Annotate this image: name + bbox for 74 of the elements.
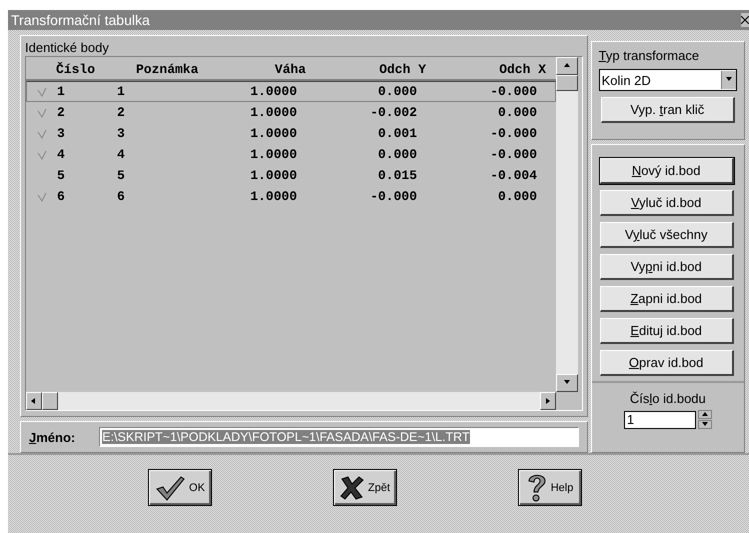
table-cell-text: 3 <box>117 126 126 141</box>
list-row[interactable]: 1 1 1.0000 0.000 -0.000 <box>26 81 556 102</box>
table-cell-text: 1.0000 <box>249 168 297 183</box>
scroll-thumb[interactable] <box>556 75 578 91</box>
table-cell-text: 0.000 <box>376 84 417 99</box>
vertical-scrollbar[interactable] <box>556 57 578 392</box>
point-number-label: Číslo id.bodu <box>630 391 706 406</box>
scroll-up-icon <box>563 62 571 70</box>
list-row[interactable]: 3 3 1.0000 0.001 -0.000 <box>26 123 556 144</box>
help-button[interactable]: Help <box>518 469 582 506</box>
column-header: Odch Y <box>378 62 426 76</box>
table-cell-text: 1.0000 <box>249 147 297 162</box>
ok-button[interactable]: OK <box>148 469 212 506</box>
group-title: Identické body <box>25 40 110 56</box>
table-cell-text: 4 <box>57 147 66 162</box>
horizontal-scrollbar[interactable] <box>26 392 556 410</box>
table-cell-text: 1.0000 <box>249 84 297 99</box>
table-cell-text: 0.001 <box>376 126 417 141</box>
scroll-right-icon <box>544 397 552 405</box>
question-mark-icon <box>526 472 547 502</box>
scroll-left-icon <box>30 397 38 405</box>
table-cell-text: 1 <box>117 84 126 99</box>
column-header: Odch X <box>498 62 546 76</box>
action-button[interactable]: Zapni id.bod <box>600 286 734 312</box>
table-cell-text: 1.0000 <box>249 105 297 120</box>
column-header: Váha <box>274 62 306 76</box>
spin-up-button[interactable] <box>698 410 712 420</box>
up-arrow-icon <box>700 410 709 419</box>
compute-key-button[interactable]: Vyp. tran klič <box>600 97 735 123</box>
table-cell-text: 0.000 <box>496 189 537 204</box>
list-row[interactable]: 5 5 1.0000 0.015 -0.004 <box>26 165 556 186</box>
table-cell-text: -0.000 <box>489 84 537 99</box>
table-cell-text: 1.0000 <box>249 126 297 141</box>
list-row[interactable]: 6 6 1.0000 -0.000 0.000 <box>26 186 556 207</box>
table-cell-text: 0.000 <box>376 147 417 162</box>
list-row[interactable]: 4 4 1.0000 0.000 -0.000 <box>26 144 556 165</box>
x-icon <box>340 476 364 500</box>
point-number-field[interactable]: 1 <box>624 410 696 429</box>
name-field[interactable]: E:\SKRIPT~1\PODKLADY\FOTOPL~1\FASADA\FAS-DE~1\L.TRT <box>99 427 579 448</box>
table-cell-text: 0.015 <box>376 168 417 183</box>
table-cell-text: 1 <box>57 84 66 99</box>
action-button[interactable]: Vyluč všechny <box>600 222 734 248</box>
transform-type-dropdown[interactable]: Kolin 2D <box>598 69 737 91</box>
table-cell-text: -0.000 <box>489 126 537 141</box>
cancel-button[interactable]: Zpět <box>333 469 397 506</box>
action-button[interactable]: Nový id.bod <box>600 158 734 184</box>
window-title: Transformační tabulka <box>11 12 150 28</box>
scroll-thumb[interactable] <box>42 392 58 410</box>
action-button[interactable]: Vyluč id.bod <box>600 190 734 216</box>
action-button[interactable]: Oprav id.bod <box>600 350 734 376</box>
table-cell-text: -0.000 <box>489 147 537 162</box>
table-cell-text: 6 <box>117 189 126 204</box>
table-cell-text: 2 <box>57 105 66 120</box>
table-cell-text: -0.000 <box>369 189 417 204</box>
list-row[interactable]: 2 2 1.0000 -0.002 0.000 <box>26 102 556 123</box>
column-header: Číslo <box>56 62 96 76</box>
spin-down-button[interactable] <box>698 420 712 430</box>
table-cell-text: -0.004 <box>489 168 537 183</box>
table-cell-text: 4 <box>117 147 126 162</box>
action-button[interactable]: Vypni id.bod <box>600 254 734 280</box>
action-button[interactable]: Edituj id.bod <box>600 318 734 344</box>
table-cell-text: 0.000 <box>496 105 537 120</box>
table-cell-text: 2 <box>117 105 126 120</box>
table-cell-text: 5 <box>57 168 66 183</box>
table-cell-text: 5 <box>117 168 126 183</box>
transform-type-label: Typ transformace <box>598 48 700 63</box>
close-icon[interactable] <box>741 13 749 27</box>
column-header: Poznámka <box>136 62 200 76</box>
table-cell-text: 1.0000 <box>249 189 297 204</box>
name-label: Jméno: <box>29 430 76 445</box>
table-cell-text: 6 <box>57 189 66 204</box>
checkmark-icon <box>155 474 186 500</box>
table-cell-text: -0.002 <box>369 105 417 120</box>
table-cell-text: 3 <box>57 126 66 141</box>
